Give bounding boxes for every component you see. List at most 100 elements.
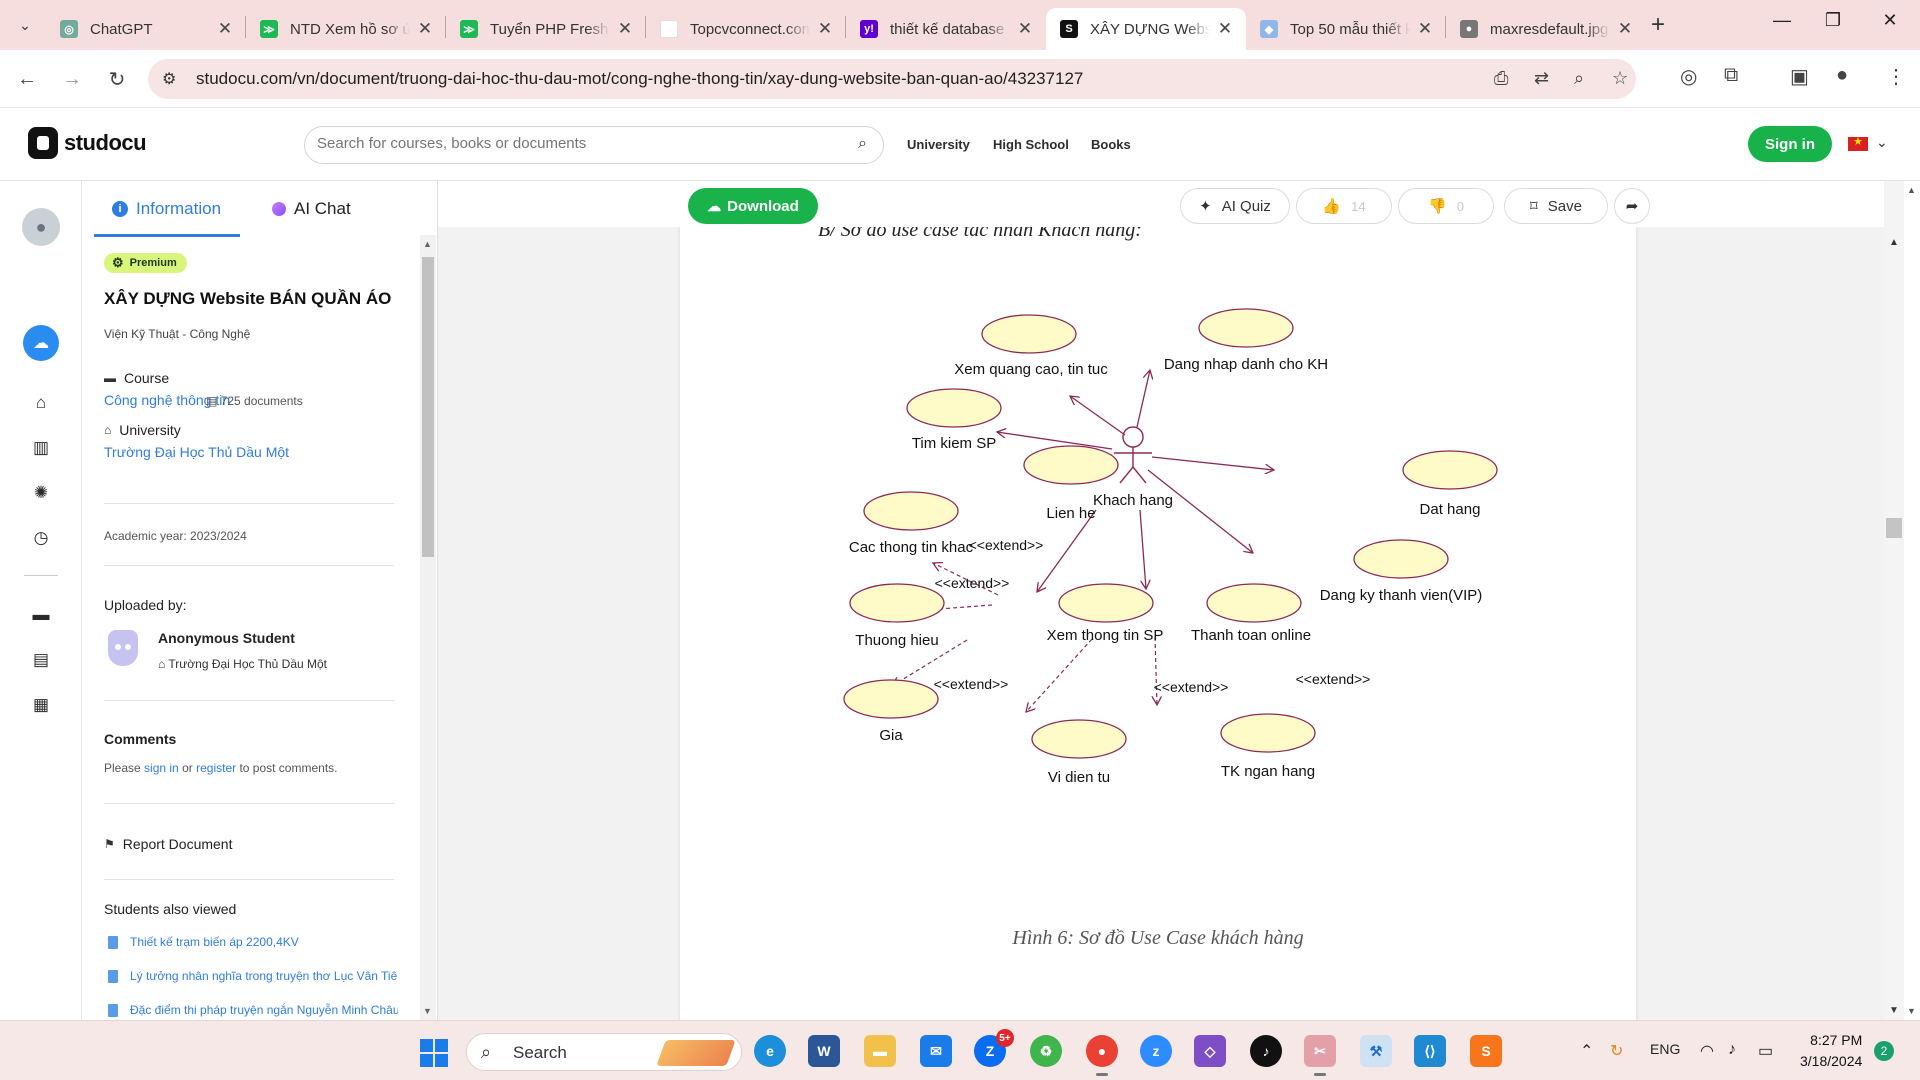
site-search-input[interactable] <box>317 135 837 152</box>
site-info-icon[interactable]: ⚙ <box>162 69 176 89</box>
extension-icon[interactable]: ◎ <box>1680 64 1697 89</box>
vscode-icon[interactable]: ⟨⟩ <box>1414 1035 1446 1067</box>
sign-in-link[interactable]: sign in <box>144 761 179 775</box>
page-scrollbar[interactable]: ▲ ▼ <box>1904 181 1920 1020</box>
extensions-puzzle-icon[interactable]: ⧉ <box>1724 64 1738 87</box>
history-clock-icon[interactable]: ◷ <box>31 528 51 548</box>
translate-icon[interactable]: ⇄ <box>1534 68 1549 89</box>
upload-cloud-button[interactable]: ☁ <box>23 325 59 361</box>
tiktok-icon[interactable]: ♪ <box>1250 1035 1282 1067</box>
register-link[interactable]: register <box>196 761 236 775</box>
scroll-up-arrow-icon[interactable]: ▲ <box>1889 237 1899 248</box>
tab-close-icon[interactable]: ✕ <box>816 19 834 39</box>
nav-books[interactable]: Books <box>1091 137 1131 152</box>
word-icon[interactable]: W <box>808 1035 840 1067</box>
user-avatar[interactable]: ● <box>22 208 60 246</box>
tab-ai-chat[interactable]: AI Chat <box>272 199 351 219</box>
nav-high-school[interactable]: High School <box>993 137 1069 152</box>
snipping-tool-icon[interactable]: ✂ <box>1304 1035 1336 1076</box>
sublime-icon[interactable]: S <box>1470 1035 1502 1067</box>
tab-close-icon[interactable]: ✕ <box>1416 19 1434 39</box>
volume-icon[interactable]: ♪ <box>1728 1041 1736 1059</box>
profile-avatar[interactable]: ● <box>1836 64 1848 87</box>
chrome-icon[interactable]: ● <box>1086 1035 1118 1076</box>
university-link[interactable]: Trường Đại Học Thủ Dầu Một <box>104 444 289 460</box>
tab-search-chevron-icon[interactable]: ⌄ <box>10 11 40 39</box>
scrollbar-thumb[interactable] <box>1886 518 1902 538</box>
tab-close-icon[interactable]: ✕ <box>1616 19 1634 39</box>
wifi-icon[interactable]: ◠ <box>1700 1041 1714 1061</box>
library-icon[interactable]: ▥ <box>31 438 51 458</box>
reload-button[interactable]: ↻ <box>102 64 132 94</box>
scroll-up-arrow-icon[interactable]: ▲ <box>423 239 432 249</box>
scroll-down-arrow-icon[interactable]: ▼ <box>1907 1006 1916 1016</box>
viewed-document-link[interactable]: Thiết kế trạm biến áp 2200,4KV <box>108 935 398 949</box>
side-panel-icon[interactable]: ▣ <box>1790 64 1809 89</box>
tray-sync-icon[interactable]: ↻ <box>1610 1041 1623 1061</box>
zalo-icon[interactable]: Z 5+ <box>974 1029 1014 1067</box>
tab-close-icon[interactable]: ✕ <box>416 19 434 39</box>
report-document-button[interactable]: ⚑ Report Document <box>104 836 232 852</box>
search-icon[interactable]: ⌕ <box>858 135 867 153</box>
ai-quiz-button[interactable]: ✦ AI Quiz <box>1180 188 1290 224</box>
viewed-document-link[interactable]: Lý tưởng nhân nghĩa trong truyện thơ Lục… <box>108 969 398 983</box>
save-button[interactable]: ⌑ Save <box>1504 188 1608 224</box>
share-button[interactable]: ➦ <box>1614 188 1650 224</box>
studocu-logo[interactable]: studocu <box>28 127 147 159</box>
dislike-button[interactable]: 👎 0 <box>1398 188 1494 224</box>
scroll-down-arrow-icon[interactable]: ▼ <box>1889 1005 1899 1016</box>
new-tab-button[interactable]: + <box>1651 11 1665 39</box>
scrollbar-thumb[interactable] <box>422 257 434 557</box>
document-scrollbar[interactable]: ▲ ▼ <box>1884 181 1904 1020</box>
zoom-icon[interactable]: ⌕ <box>1574 68 1584 89</box>
tab-close-icon[interactable]: ✕ <box>1216 19 1234 39</box>
browser-tab[interactable]: ≫ NTD Xem hồ sơ ứng viên ✕ <box>246 8 446 50</box>
tab-close-icon[interactable]: ✕ <box>1016 19 1034 39</box>
chevron-down-icon[interactable]: ⌄ <box>1876 134 1888 151</box>
scroll-up-arrow-icon[interactable]: ▲ <box>1907 185 1916 195</box>
browser-tab[interactable]: ● maxresdefault.jpg ✕ <box>1446 8 1646 50</box>
tool-icon[interactable]: ⚒ <box>1360 1035 1392 1067</box>
forward-button[interactable]: → <box>57 64 87 94</box>
viewed-document-link[interactable]: Đặc điểm thi pháp truyện ngắn Nguyễn Min… <box>108 1003 398 1017</box>
sign-in-button[interactable]: Sign in <box>1748 126 1832 162</box>
tab-information[interactable]: i Information <box>94 199 240 237</box>
home-icon[interactable]: ⌂ <box>31 393 51 413</box>
zoom-icon[interactable]: z <box>1140 1035 1172 1067</box>
tab-close-icon[interactable]: ✕ <box>216 19 234 39</box>
bookmark-star-icon[interactable]: ☆ <box>1612 68 1628 89</box>
minimize-button[interactable]: — <box>1762 10 1802 31</box>
notification-badge[interactable]: 2 <box>1874 1041 1894 1061</box>
file-explorer-icon[interactable]: ▬ <box>864 1035 896 1067</box>
language-indicator[interactable]: ENG <box>1650 1041 1680 1057</box>
taskbar-search[interactable]: ⌕ Search <box>466 1033 742 1071</box>
nav-university[interactable]: University <box>907 137 970 152</box>
site-search[interactable]: ⌕ <box>304 126 884 164</box>
scroll-down-arrow-icon[interactable]: ▼ <box>423 1006 432 1016</box>
browser-menu-icon[interactable]: ⋮ <box>1886 64 1906 89</box>
browser-tab[interactable]: ◆ Top 50 mẫu thiết kế ✕ <box>1246 8 1446 50</box>
back-button[interactable]: ← <box>12 64 42 94</box>
sidebar-scrollbar[interactable]: ▲ ▼ <box>420 235 436 1020</box>
browser-tab[interactable]: S XÂY DỰNG Website ✕ <box>1046 8 1246 50</box>
app-green-icon[interactable]: ♻ <box>1030 1035 1062 1067</box>
browser-tab[interactable]: Topcvconnect.com ✕ <box>646 8 846 50</box>
battery-icon[interactable]: ▭ <box>1758 1041 1773 1061</box>
url-text[interactable]: studocu.com/vn/document/truong-dai-hoc-t… <box>196 69 1083 89</box>
folder-icon[interactable]: ▬ <box>31 605 51 625</box>
ai-icon[interactable]: ✺ <box>31 483 51 503</box>
folder-shared-icon[interactable]: ▦ <box>31 695 51 715</box>
browser-tab[interactable]: ◎ ChatGPT ✕ <box>46 8 246 50</box>
visual-studio-icon[interactable]: ◇ <box>1194 1035 1226 1067</box>
book-icon[interactable]: ▤ <box>31 650 51 670</box>
windows-start-button[interactable] <box>420 1039 448 1067</box>
download-button[interactable]: ☁ Download <box>688 188 818 224</box>
system-clock[interactable]: 8:27 PM 3/18/2024 <box>1800 1030 1862 1072</box>
tab-close-icon[interactable]: ✕ <box>616 19 634 39</box>
tray-chevron-up-icon[interactable]: ⌃ <box>1580 1041 1593 1061</box>
edge-icon[interactable]: e <box>754 1035 786 1067</box>
install-app-icon[interactable]: ⎙ <box>1494 68 1508 89</box>
mail-icon[interactable]: ✉ <box>920 1035 952 1067</box>
like-button[interactable]: 👍 14 <box>1296 188 1392 224</box>
close-window-button[interactable]: ✕ <box>1870 10 1910 31</box>
